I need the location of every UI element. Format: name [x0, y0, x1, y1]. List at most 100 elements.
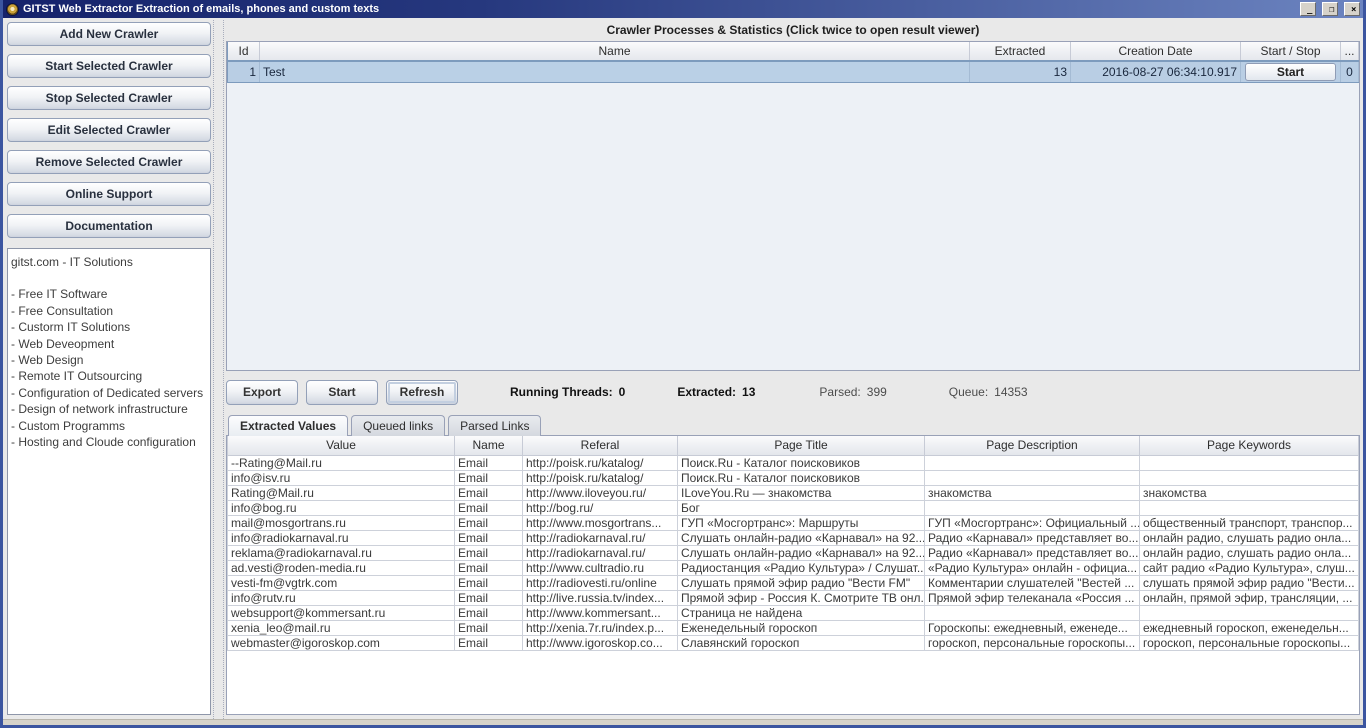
start-button[interactable]: Start: [306, 380, 378, 405]
col-page-description[interactable]: Page Description: [925, 436, 1140, 455]
result-cell: [1140, 455, 1359, 470]
restore-icon[interactable]: ❐: [1322, 2, 1338, 16]
splitter-handle[interactable]: [213, 20, 224, 719]
result-cell: vesti-fm@vgtrk.com: [228, 575, 455, 590]
result-cell: онлайн, прямой эфир, трансляции, ...: [1140, 590, 1359, 605]
add-new-crawler-button[interactable]: Add New Crawler: [7, 22, 211, 46]
result-cell: Email: [455, 560, 523, 575]
col-name[interactable]: Name: [455, 436, 523, 455]
promo-list: gitst.com - IT Solutions - Free IT Softw…: [7, 248, 211, 715]
result-row[interactable]: vesti-fm@vgtrk.comEmailhttp://radiovesti…: [228, 575, 1359, 590]
result-cell: info@bog.ru: [228, 500, 455, 515]
col-name[interactable]: Name: [260, 42, 970, 61]
sidebar-list-item: - Custorm IT Solutions: [11, 319, 207, 335]
result-cell: ad.vesti@roden-media.ru: [228, 560, 455, 575]
close-icon[interactable]: ×: [1344, 2, 1360, 16]
result-cell: [925, 500, 1140, 515]
result-cell: info@radiokarnaval.ru: [228, 530, 455, 545]
result-cell: ГУП «Мосгортранс»: Маршруты: [678, 515, 925, 530]
col-referal[interactable]: Referal: [523, 436, 678, 455]
result-cell: Радио «Карнавал» представляет во...: [925, 530, 1140, 545]
result-row[interactable]: xenia_leo@mail.ruEmailhttp://xenia.7r.ru…: [228, 620, 1359, 635]
col-extracted[interactable]: Extracted: [970, 42, 1071, 61]
result-row[interactable]: webmaster@igoroskop.comEmailhttp://www.i…: [228, 635, 1359, 650]
col-more[interactable]: ...: [1341, 42, 1359, 61]
row-start-button[interactable]: Start: [1245, 63, 1335, 81]
result-cell: --Rating@Mail.ru: [228, 455, 455, 470]
result-cell: Слушать онлайн-радио «Карнавал» на 92...…: [678, 545, 925, 560]
col-page-title[interactable]: Page Title: [678, 436, 925, 455]
sidebar-list-item: - Free IT Software: [11, 286, 207, 302]
col-id[interactable]: Id: [228, 42, 260, 61]
sidebar: Add New Crawler Start Selected Crawler S…: [3, 20, 213, 719]
result-cell: mail@mosgortrans.ru: [228, 515, 455, 530]
sidebar-list-item: - Free Consultation: [11, 303, 207, 319]
result-cell: Славянский гороскоп: [678, 635, 925, 650]
crawler-last-cell: 0: [1341, 61, 1359, 82]
edit-selected-crawler-button[interactable]: Edit Selected Crawler: [7, 118, 211, 142]
sidebar-list-item: - Remote IT Outsourcing: [11, 368, 207, 384]
result-cell: info@isv.ru: [228, 470, 455, 485]
result-cell: http://poisk.ru/katalog/: [523, 470, 678, 485]
result-cell: http://radiokarnaval.ru/: [523, 530, 678, 545]
result-cell: [925, 605, 1140, 620]
result-row[interactable]: info@rutv.ruEmailhttp://live.russia.tv/i…: [228, 590, 1359, 605]
extracted-stat: Extracted:13: [677, 385, 755, 399]
crawler-table: Id Name Extracted Creation Date Start / …: [227, 42, 1359, 83]
result-cell: Email: [455, 545, 523, 560]
export-button[interactable]: Export: [226, 380, 298, 405]
result-cell: ILoveYou.Ru — знакомства: [678, 485, 925, 500]
result-cell: «Радио Культура» онлайн - официа...: [925, 560, 1140, 575]
result-cell: Email: [455, 470, 523, 485]
result-row[interactable]: websupport@kommersant.ruEmailhttp://www.…: [228, 605, 1359, 620]
content-area: Crawler Processes & Statistics (Click tw…: [224, 20, 1363, 719]
tab-extracted-values[interactable]: Extracted Values: [228, 415, 348, 436]
result-cell: Email: [455, 500, 523, 515]
app-window: GITST Web Extractor Extraction of emails…: [0, 0, 1366, 728]
remove-selected-crawler-button[interactable]: Remove Selected Crawler: [7, 150, 211, 174]
crawler-row-selected[interactable]: 1 Test 13 2016-08-27 06:34:10.917 Start …: [228, 61, 1359, 82]
col-creation-date[interactable]: Creation Date: [1071, 42, 1241, 61]
result-row[interactable]: reklama@radiokarnaval.ruEmailhttp://radi…: [228, 545, 1359, 560]
result-cell: Еженедельный гороскоп: [678, 620, 925, 635]
result-row[interactable]: info@radiokarnaval.ruEmailhttp://radioka…: [228, 530, 1359, 545]
result-row[interactable]: ad.vesti@roden-media.ruEmailhttp://www.c…: [228, 560, 1359, 575]
minimize-icon[interactable]: _: [1300, 2, 1316, 16]
online-support-button[interactable]: Online Support: [7, 182, 211, 206]
col-value[interactable]: Value: [228, 436, 455, 455]
result-cell: Email: [455, 485, 523, 500]
start-selected-crawler-button[interactable]: Start Selected Crawler: [7, 54, 211, 78]
result-cell: Email: [455, 530, 523, 545]
tab-queued-links[interactable]: Queued links: [351, 415, 445, 436]
promo-list-heading: gitst.com - IT Solutions: [11, 254, 207, 270]
result-cell: [925, 470, 1140, 485]
documentation-button[interactable]: Documentation: [7, 214, 211, 238]
result-cell: сайт радио «Радио Культура», слуш...: [1140, 560, 1359, 575]
result-cell: Радио «Карнавал» представляет во...: [925, 545, 1140, 560]
result-cell: Поиск.Ru - Каталог поисковиков: [678, 455, 925, 470]
col-start-stop[interactable]: Start / Stop: [1241, 42, 1341, 61]
result-row[interactable]: Rating@Mail.ruEmailhttp://www.iloveyou.r…: [228, 485, 1359, 500]
result-cell: Rating@Mail.ru: [228, 485, 455, 500]
result-row[interactable]: --Rating@Mail.ruEmailhttp://poisk.ru/kat…: [228, 455, 1359, 470]
crawler-creation-date-cell: 2016-08-27 06:34:10.917: [1071, 61, 1241, 82]
result-cell: ГУП «Мосгортранс»: Официальный ...: [925, 515, 1140, 530]
sidebar-list-item: - Hosting and Cloude configuration: [11, 434, 207, 450]
result-row[interactable]: info@isv.ruEmailhttp://poisk.ru/katalog/…: [228, 470, 1359, 485]
result-cell: Бог: [678, 500, 925, 515]
running-threads-stat: Running Threads:0: [510, 385, 625, 399]
tab-parsed-links[interactable]: Parsed Links: [448, 415, 541, 436]
result-row[interactable]: info@bog.ruEmailhttp://bog.ru/Бог: [228, 500, 1359, 515]
result-cell: http://radiokarnaval.ru/: [523, 545, 678, 560]
result-cell: xenia_leo@mail.ru: [228, 620, 455, 635]
stop-selected-crawler-button[interactable]: Stop Selected Crawler: [7, 86, 211, 110]
result-cell: http://radiovesti.ru/online: [523, 575, 678, 590]
result-cell: ежедневный гороскоп, еженедельн...: [1140, 620, 1359, 635]
col-page-keywords[interactable]: Page Keywords: [1140, 436, 1359, 455]
result-cell: http://www.cultradio.ru: [523, 560, 678, 575]
refresh-button[interactable]: Refresh: [386, 380, 458, 405]
result-cell: Поиск.Ru - Каталог поисковиков: [678, 470, 925, 485]
result-cell: гороскоп, персональные гороскопы...: [1140, 635, 1359, 650]
result-row[interactable]: mail@mosgortrans.ruEmailhttp://www.mosgo…: [228, 515, 1359, 530]
results-tabs: Extracted Values Queued links Parsed Lin…: [226, 414, 1360, 435]
